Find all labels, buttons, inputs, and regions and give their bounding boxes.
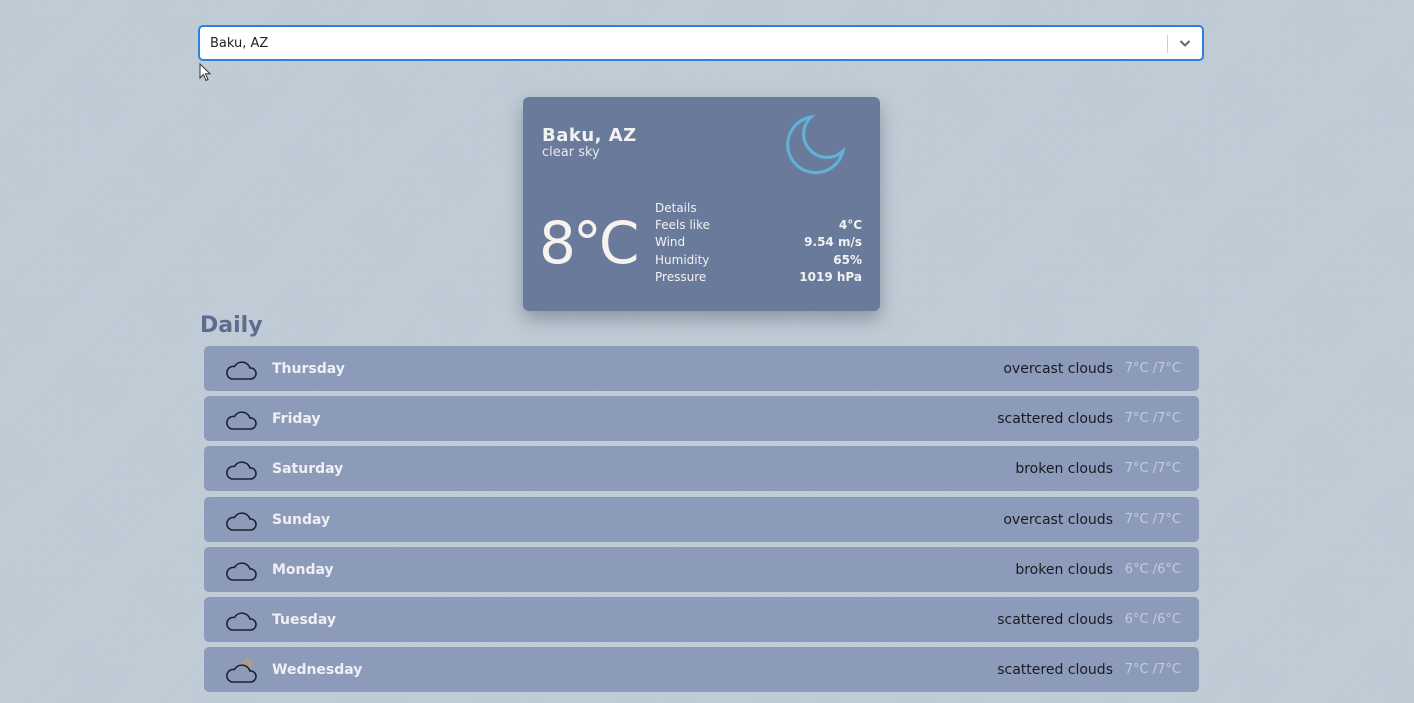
day-description: broken clouds [1015,461,1113,478]
city-search-select[interactable]: Baku, AZ [199,26,1203,60]
detail-value: 9.54 m/s [804,235,862,250]
current-weather-card: Baku, AZ clear sky 8°C Details Feels lik… [523,97,880,311]
daily-row-friday[interactable]: Friday scattered clouds 7°C /7°C [204,396,1199,442]
chevron-down-icon[interactable] [1177,35,1193,51]
daily-row-thursday[interactable]: Thursday overcast clouds 7°C /7°C [204,346,1199,391]
detail-row-humidity: Humidity 65% [655,252,862,269]
day-description: overcast clouds [1003,361,1113,377]
current-temperature: 8°C [539,209,639,277]
cloud-sun-icon [226,657,257,683]
select-separator [1167,35,1168,53]
detail-value: 65% [833,252,862,267]
detail-label: Humidity [655,252,710,267]
detail-row-pressure: Pressure 1019 hPa [655,269,862,286]
day-description: overcast clouds [1003,511,1113,528]
daily-row-saturday[interactable]: Saturday broken clouds 7°C /7°C [204,446,1199,492]
mouse-pointer-icon [199,63,212,82]
day-name: Wednesday [272,662,363,679]
details-heading: Details [655,201,697,215]
day-name: Sunday [272,511,331,528]
detail-label: Wind [655,235,686,250]
day-description: scattered clouds [997,611,1113,628]
daily-forecast-list: Thursday overcast clouds 7°C /7°C Friday… [204,346,1199,697]
day-description: broken clouds [1015,561,1113,578]
city-search-value[interactable]: Baku, AZ [210,36,268,51]
day-temperature: 7°C /7°C [1124,411,1181,427]
day-temperature: 6°C /6°C [1124,561,1181,577]
daily-row-wednesday[interactable]: Wednesday scattered clouds 7°C /7°C [204,647,1199,693]
day-description: scattered clouds [997,662,1113,679]
detail-label: Pressure [655,270,707,285]
day-temperature: 7°C /7°C [1124,361,1181,376]
daily-heading: Daily [200,313,263,338]
current-description: clear sky [542,145,600,160]
day-temperature: 7°C /7°C [1124,461,1181,477]
day-name: Friday [272,411,321,428]
day-name: Saturday [272,461,344,478]
daily-row-sunday[interactable]: Sunday overcast clouds 7°C /7°C [204,496,1199,542]
day-name: Thursday [272,361,345,377]
moon-icon [786,114,846,175]
daily-row-tuesday[interactable]: Tuesday scattered clouds 6°C /6°C [204,596,1199,642]
cloud-icon [226,461,257,481]
day-name: Tuesday [272,611,336,628]
cloud-icon [226,612,257,631]
day-temperature: 6°C /6°C [1124,611,1181,627]
cloud-icon [226,361,257,380]
day-temperature: 7°C /7°C [1124,511,1181,527]
current-city: Baku, AZ [542,125,637,146]
details-panel: Details Feels like 4°C Wind 9.54 m/s Hum… [655,200,862,287]
daily-row-monday[interactable]: Monday broken clouds 6°C /6°C [204,546,1199,592]
cloud-icon [226,411,257,430]
day-temperature: 7°C /7°C [1124,662,1181,678]
detail-row-feels-like: Feels like 4°C [655,217,862,234]
day-description: scattered clouds [997,411,1113,428]
cloud-icon [226,562,257,581]
detail-value: 4°C [838,218,862,232]
day-name: Monday [272,561,334,578]
detail-row-wind: Wind 9.54 m/s [655,234,862,251]
detail-value: 1019 hPa [799,270,862,285]
detail-label: Feels like [655,218,710,232]
cloud-icon [226,511,257,531]
